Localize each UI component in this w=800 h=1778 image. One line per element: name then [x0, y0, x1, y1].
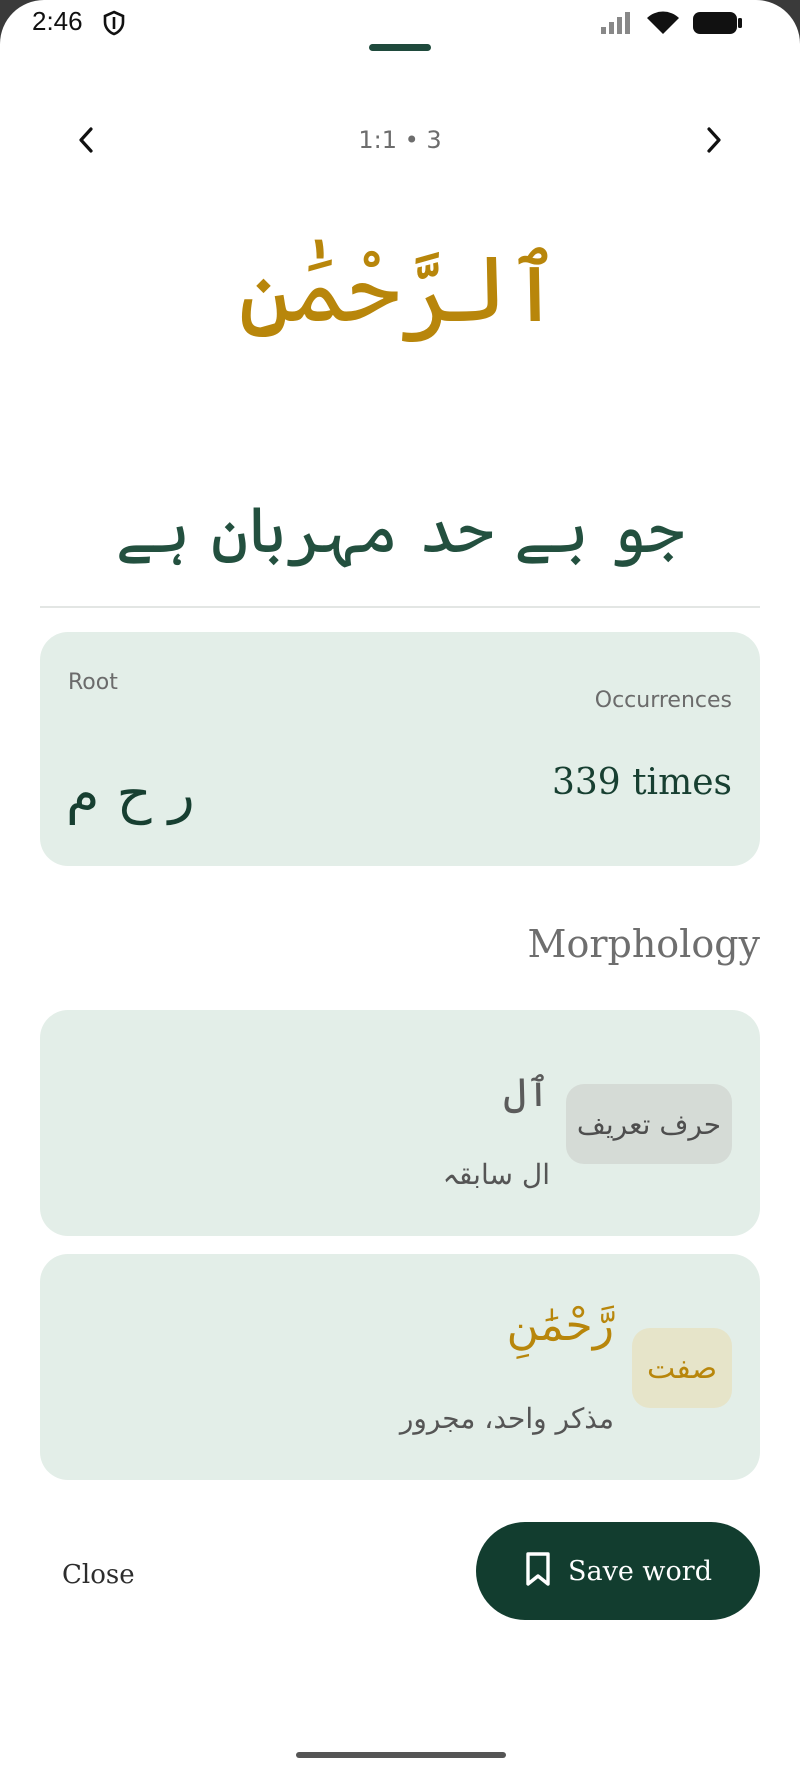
occurrences-label: Occurrences — [594, 688, 732, 713]
previous-word-button[interactable] — [62, 118, 110, 166]
word-detail-sheet: 2:46 1:1 • 3 ٱلرَّحْمَٰنِ جو بے حد مہربا… — [0, 0, 800, 1778]
segment-description: مذکر واحد، مجرور — [399, 1402, 614, 1435]
status-bar: 2:46 — [0, 0, 800, 48]
drag-handle[interactable] — [369, 44, 431, 51]
word-meaning: جو بے حد مہربان ہے — [115, 494, 685, 568]
segment-tag: صفت — [632, 1328, 732, 1408]
divider — [40, 606, 760, 608]
next-word-button[interactable] — [690, 118, 738, 166]
status-icons — [600, 10, 744, 40]
chevron-left-icon — [76, 126, 96, 158]
status-time: 2:46 — [32, 6, 83, 36]
root-card: Root ر ح م Occurrences 339 times — [40, 632, 760, 866]
shield-icon — [102, 10, 126, 40]
morphology-segment-card: ٱل ال سابقہ حرف تعریف — [40, 1010, 760, 1236]
arabic-word: ٱلرَّحْمَٰنِ — [238, 236, 562, 343]
occurrences-value: 339 times — [551, 762, 732, 803]
chevron-right-icon — [704, 126, 724, 158]
root-label: Root — [68, 670, 118, 695]
morphology-heading: Morphology — [527, 922, 760, 966]
verse-reference: 1:1 • 3 — [358, 126, 442, 154]
save-word-button[interactable]: Save word — [476, 1522, 760, 1620]
morphology-segment-card: رَّحْمَٰنِ مذکر واحد، مجرور صفت — [40, 1254, 760, 1480]
segment-tag: حرف تعریف — [566, 1084, 732, 1164]
home-indicator — [296, 1752, 506, 1758]
root-letters: ر ح م — [66, 762, 195, 825]
segment-description: ال سابقہ — [442, 1158, 550, 1191]
battery-icon — [692, 10, 744, 40]
wifi-icon — [646, 10, 680, 40]
segment-arabic: ٱل — [503, 1070, 550, 1116]
close-button[interactable]: Close — [62, 1560, 135, 1590]
segment-arabic: رَّحْمَٰنِ — [506, 1300, 614, 1351]
bookmark-icon — [524, 1551, 552, 1591]
signal-icon — [600, 11, 634, 39]
save-word-label: Save word — [568, 1555, 712, 1587]
